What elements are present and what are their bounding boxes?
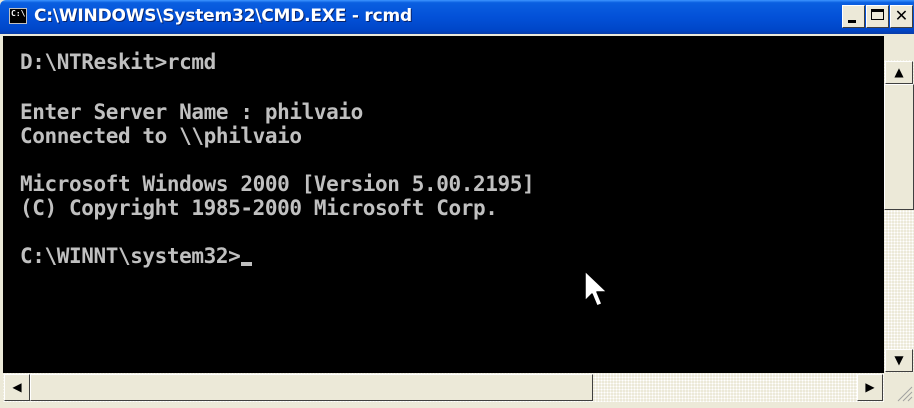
arrow-right-icon: ▶: [865, 380, 875, 394]
scroll-down-button[interactable]: ▼: [885, 349, 913, 372]
vertical-scroll-thumb[interactable]: [884, 84, 914, 210]
resize-grip-icon: [897, 386, 913, 402]
maximize-icon: [871, 9, 884, 20]
console-line: Enter Server Name : philvaio: [20, 100, 363, 124]
scroll-right-button[interactable]: ▶: [857, 374, 883, 401]
minimize-icon: [848, 20, 856, 23]
text-cursor: [241, 262, 253, 266]
prompt-text: C:\WINNT\system32>: [20, 244, 241, 268]
console-line: (C) Copyright 1985-2000 Microsoft Corp.: [20, 196, 498, 220]
console-line: D:\NTReskit>rcmd: [20, 50, 216, 74]
arrow-left-icon: ◀: [12, 380, 22, 394]
mouse-pointer-icon: [584, 270, 608, 307]
arrow-down-icon: ▼: [894, 353, 904, 367]
console-line: Connected to \\philvaio: [20, 124, 302, 148]
horizontal-scroll-thumb[interactable]: [30, 374, 593, 401]
console-output[interactable]: D:\NTReskit>rcmd Enter Server Name : phi…: [3, 36, 884, 373]
close-icon: ✕: [894, 6, 909, 25]
window-title: C:\WINDOWS\System32\CMD.EXE - rcmd: [34, 6, 412, 26]
cmd-icon-text: C:\: [11, 9, 26, 18]
title-bar[interactable]: C:\ C:\WINDOWS\System32\CMD.EXE - rcmd ✕: [0, 0, 914, 34]
maximize-button[interactable]: [866, 5, 889, 28]
minimize-button[interactable]: [842, 5, 865, 28]
cmd-console-icon[interactable]: C:\: [9, 8, 27, 24]
scroll-up-button[interactable]: ▲: [885, 61, 913, 84]
scroll-left-button[interactable]: ◀: [4, 374, 30, 401]
prompt-line[interactable]: C:\WINNT\system32>: [20, 244, 253, 268]
close-button[interactable]: ✕: [890, 5, 913, 28]
resize-grip[interactable]: [884, 373, 914, 408]
console-line: Microsoft Windows 2000 [Version 5.00.219…: [20, 172, 535, 196]
cmd-window: C:\ C:\WINDOWS\System32\CMD.EXE - rcmd ✕…: [0, 0, 914, 408]
arrow-up-icon: ▲: [894, 65, 904, 79]
